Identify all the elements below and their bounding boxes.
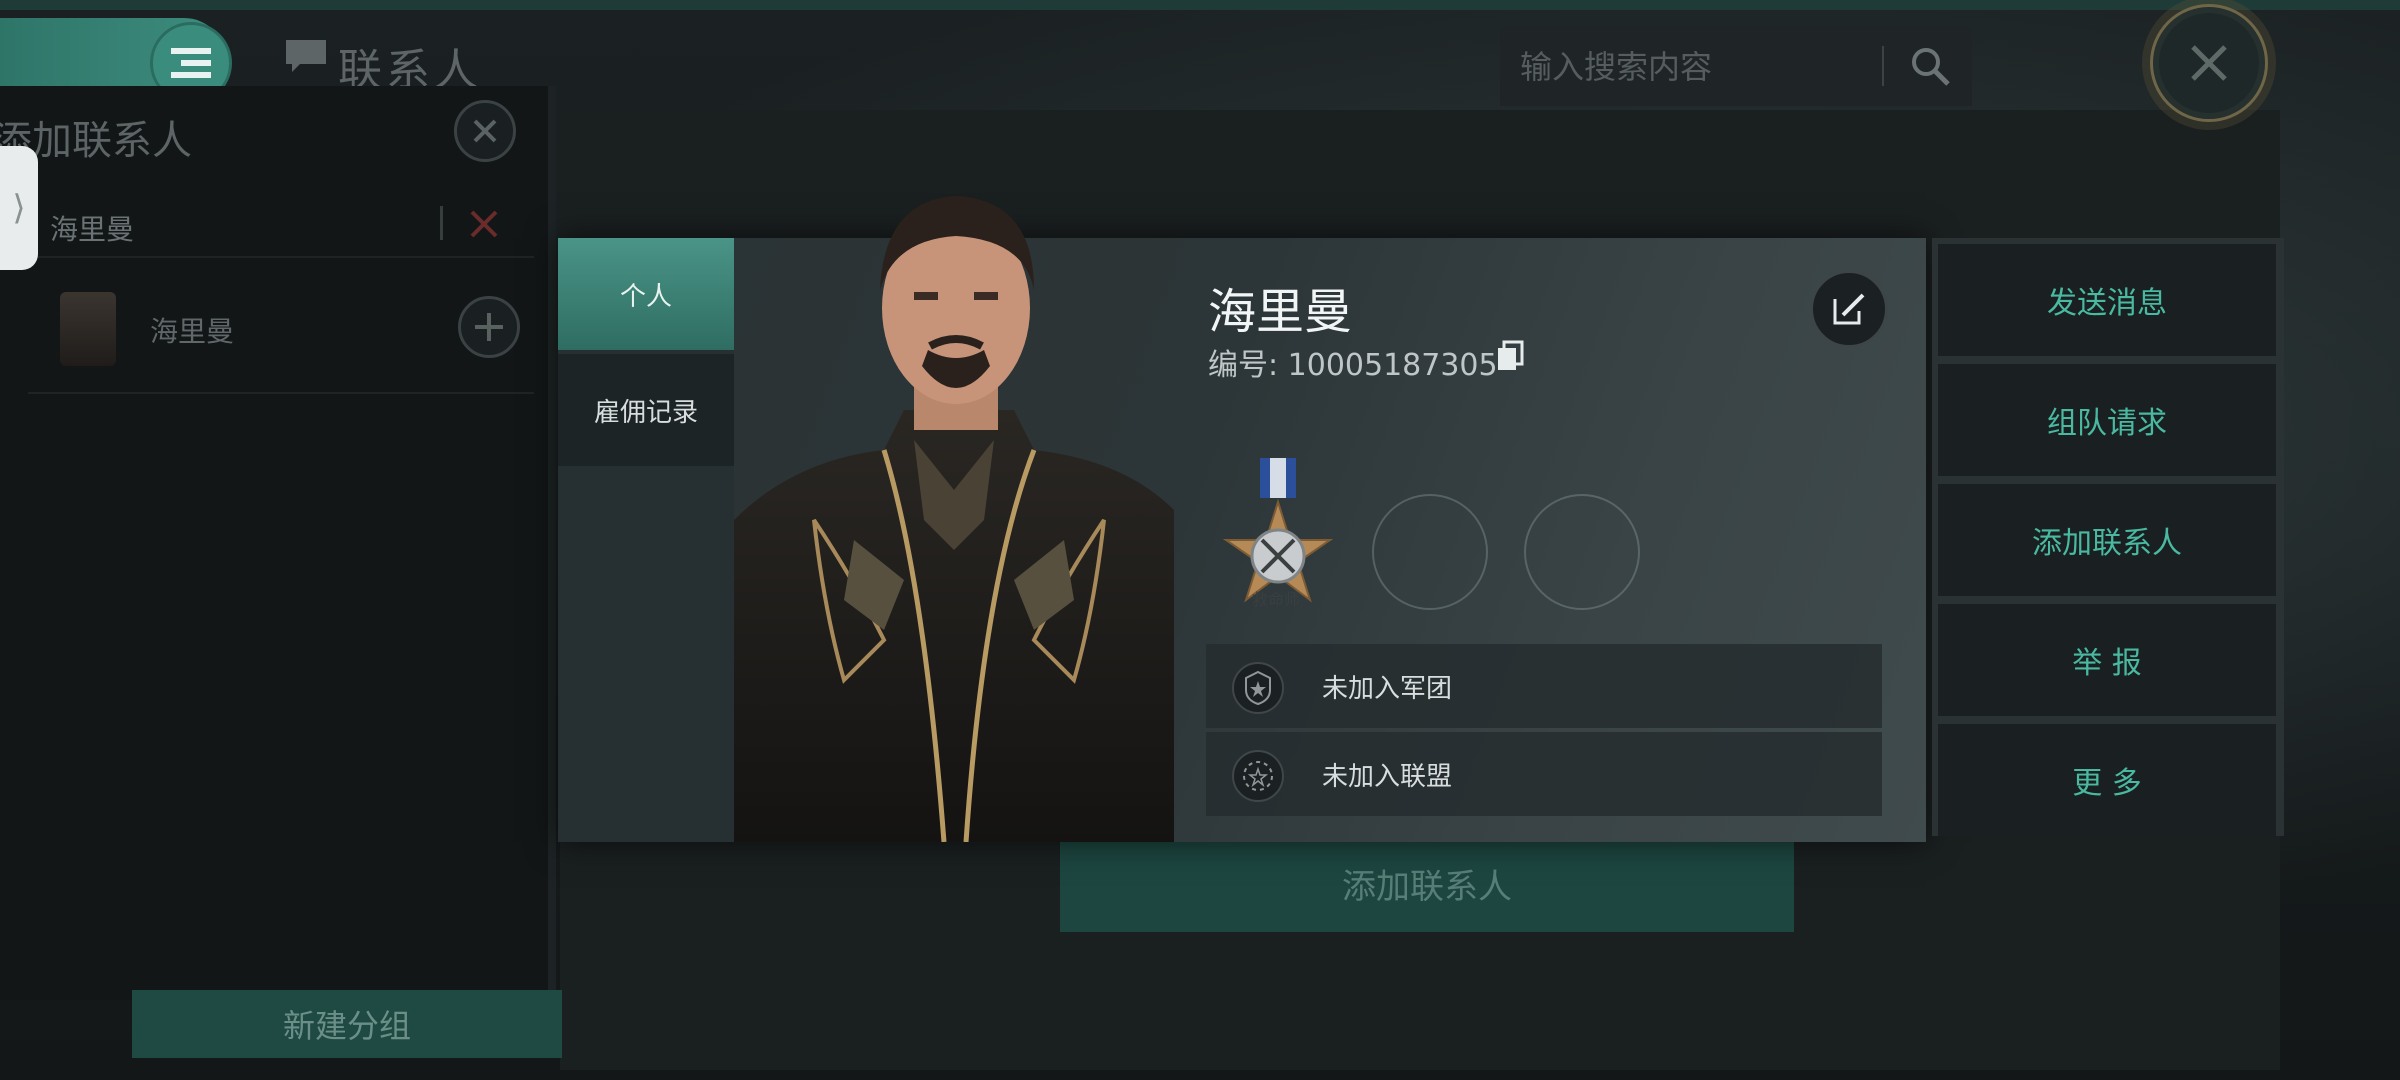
tab-personal[interactable]: 个人	[558, 238, 734, 350]
tab-hire-record[interactable]: 雇佣记录	[558, 354, 734, 466]
star-ring-icon	[1232, 750, 1284, 802]
search-icon[interactable]	[1908, 44, 1952, 88]
side-drawer-handle[interactable]: ⟩	[0, 146, 38, 270]
alliance-status-text: 未加入联盟	[1322, 762, 1453, 792]
row-separator	[440, 206, 443, 240]
copy-icon[interactable]	[1496, 340, 1524, 372]
alliance-status-row: 未加入联盟	[1206, 732, 1882, 816]
top-strip	[0, 0, 2400, 10]
search-contact-name: 海里曼	[50, 213, 135, 246]
search-separator	[1882, 46, 1884, 86]
chevron-right-icon: ⟩	[12, 188, 26, 228]
close-icon	[2191, 45, 2227, 81]
chat-icon	[286, 40, 326, 72]
panel-close-button[interactable]	[454, 100, 516, 162]
background-add-contact-button[interactable]: 添加联系人	[1060, 834, 1794, 932]
legion-status-text: 未加入军团	[1322, 674, 1453, 704]
more-button[interactable]: 更 多	[1938, 724, 2276, 836]
legion-status-row: 未加入军团	[1206, 644, 1882, 728]
portrait-image	[734, 196, 1174, 842]
close-icon	[473, 119, 497, 143]
search-input[interactable]	[1518, 26, 1882, 108]
edit-icon	[1833, 293, 1865, 325]
search-box	[1500, 26, 1972, 108]
character-portrait	[734, 160, 1174, 842]
add-contact-button[interactable]	[458, 296, 520, 358]
team-request-button[interactable]: 组队请求	[1938, 364, 2276, 476]
avatar	[60, 292, 116, 366]
report-button[interactable]: 举 报	[1938, 604, 2276, 716]
shield-star-icon	[1232, 662, 1284, 714]
medal-label: 救命师	[1252, 590, 1301, 609]
add-contact-action-button[interactable]: 添加联系人	[1938, 484, 2276, 596]
medal-slot-1[interactable]: 救命师	[1222, 458, 1334, 618]
medal-slot-2[interactable]	[1372, 494, 1488, 610]
result-contact-name: 海里曼	[150, 315, 235, 348]
delete-x-icon[interactable]	[466, 206, 502, 242]
send-message-button[interactable]: 发送消息	[1938, 244, 2276, 356]
player-id: 编号: 10005187305	[1208, 348, 1498, 383]
new-group-button[interactable]: 新建分组	[132, 990, 562, 1058]
close-button[interactable]	[2150, 4, 2268, 122]
medal-slot-3[interactable]	[1524, 494, 1640, 610]
plus-icon	[475, 313, 503, 341]
menu-icon	[171, 48, 211, 78]
player-name: 海里曼	[1208, 284, 1353, 340]
edit-button[interactable]	[1810, 270, 1888, 348]
